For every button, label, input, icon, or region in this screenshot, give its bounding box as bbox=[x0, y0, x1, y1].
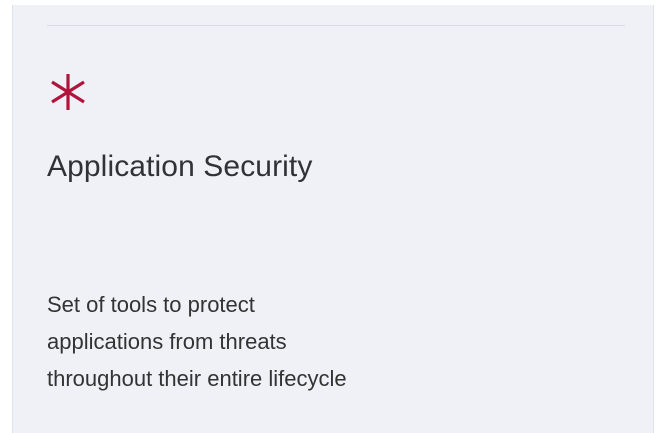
card-description-line: applications from threats bbox=[47, 329, 287, 354]
card-description: Set of tools to protect applications fro… bbox=[47, 286, 467, 397]
card-title: Application Security bbox=[47, 150, 313, 183]
card-description-line: throughout their entire lifecycle bbox=[47, 366, 347, 391]
card-description-line: Set of tools to protect bbox=[47, 292, 255, 317]
application-security-card[interactable]: Application Security Set of tools to pro… bbox=[12, 5, 654, 433]
card-divider bbox=[47, 25, 625, 26]
page: Application Security Set of tools to pro… bbox=[0, 0, 656, 433]
asterisk-icon bbox=[51, 74, 85, 110]
